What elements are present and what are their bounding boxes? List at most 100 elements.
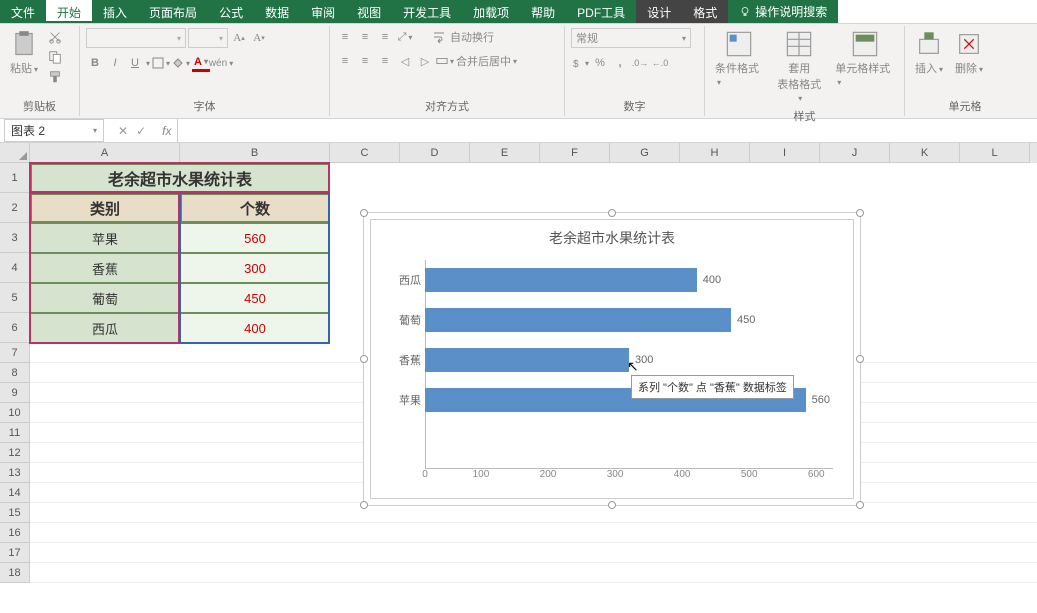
x-axis[interactable]: 0 100 200 300 400 500 600 xyxy=(425,468,833,488)
italic-button[interactable]: I xyxy=(106,54,124,72)
row-header[interactable]: 14 xyxy=(0,483,30,503)
tab-devtools[interactable]: 开发工具 xyxy=(392,0,462,23)
col-header[interactable]: J xyxy=(820,143,890,163)
row-header[interactable]: 15 xyxy=(0,503,30,523)
formula-input[interactable] xyxy=(177,119,1037,142)
underline-button[interactable]: U xyxy=(126,54,144,72)
col-header[interactable]: G xyxy=(610,143,680,163)
col-header[interactable]: H xyxy=(680,143,750,163)
currency-button[interactable]: $ xyxy=(571,54,589,72)
col-header[interactable]: L xyxy=(960,143,1030,163)
tab-insert[interactable]: 插入 xyxy=(92,0,138,23)
indent-decrease-button[interactable]: ◁ xyxy=(396,52,414,70)
table-cell[interactable]: 葡萄 xyxy=(30,283,180,313)
row-header[interactable]: 7 xyxy=(0,343,30,363)
col-header[interactable]: C xyxy=(330,143,400,163)
tab-help[interactable]: 帮助 xyxy=(520,0,566,23)
align-center-button[interactable]: ≡ xyxy=(356,52,374,70)
tab-format[interactable]: 格式 xyxy=(682,0,728,23)
row-header[interactable]: 11 xyxy=(0,423,30,443)
row-header[interactable]: 2 xyxy=(0,193,30,223)
row-header[interactable]: 8 xyxy=(0,363,30,383)
bar[interactable] xyxy=(425,308,731,332)
table-cell[interactable]: 西瓜 xyxy=(30,313,180,343)
row-header[interactable]: 6 xyxy=(0,313,30,343)
chart-title[interactable]: 老余超市水果统计表 xyxy=(379,228,845,248)
table-cell[interactable]: 400 xyxy=(180,313,330,343)
table-format-button[interactable]: 套用 表格格式 xyxy=(771,28,827,106)
wrap-text-button[interactable] xyxy=(430,28,448,46)
fill-color-button[interactable] xyxy=(172,54,190,72)
table-cell[interactable]: 香蕉 xyxy=(30,253,180,283)
row-header[interactable]: 12 xyxy=(0,443,30,463)
row-header[interactable]: 9 xyxy=(0,383,30,403)
resize-handle[interactable] xyxy=(360,209,368,217)
cancel-formula-button[interactable]: ✕ xyxy=(118,124,128,138)
font-size-select[interactable]: ▾ xyxy=(188,28,228,48)
row-header[interactable]: 4 xyxy=(0,253,30,283)
tab-home[interactable]: 开始 xyxy=(46,0,92,23)
resize-handle[interactable] xyxy=(360,355,368,363)
tab-data[interactable]: 数据 xyxy=(254,0,300,23)
col-header[interactable]: A xyxy=(30,143,180,163)
tab-pdf[interactable]: PDF工具 xyxy=(566,0,636,23)
align-left-button[interactable]: ≡ xyxy=(336,52,354,70)
table-cell[interactable]: 560 xyxy=(180,223,330,253)
resize-handle[interactable] xyxy=(856,209,864,217)
bar[interactable] xyxy=(425,348,629,372)
col-header[interactable]: K xyxy=(890,143,960,163)
insert-cells-button[interactable]: 插入 xyxy=(911,28,947,78)
orientation-button[interactable]: ⤢ xyxy=(396,28,414,46)
comma-button[interactable]: , xyxy=(611,54,629,72)
font-family-select[interactable]: ▾ xyxy=(86,28,186,48)
chart-plot-area[interactable]: 老余超市水果统计表 西瓜 400 葡萄 450 xyxy=(370,219,854,499)
col-header[interactable]: F xyxy=(540,143,610,163)
align-top-button[interactable]: ≡ xyxy=(336,28,354,46)
col-header[interactable]: B xyxy=(180,143,330,163)
tab-view[interactable]: 视图 xyxy=(346,0,392,23)
bar[interactable] xyxy=(425,268,697,292)
percent-button[interactable]: % xyxy=(591,54,609,72)
border-button[interactable] xyxy=(152,54,170,72)
select-all-corner[interactable] xyxy=(0,143,30,163)
table-cell[interactable]: 450 xyxy=(180,283,330,313)
resize-handle[interactable] xyxy=(360,501,368,509)
name-box[interactable]: 图表 2▾ xyxy=(4,119,104,142)
data-label[interactable]: 560 xyxy=(812,394,830,406)
resize-handle[interactable] xyxy=(856,355,864,363)
indent-increase-button[interactable]: ▷ xyxy=(416,52,434,70)
phonetic-button[interactable]: wén xyxy=(212,54,230,72)
cell-grid[interactable]: 老余超市水果统计表 类别 个数 苹果 560 香蕉 300 葡萄 450 西瓜 … xyxy=(30,163,1037,613)
merge-button[interactable] xyxy=(436,52,454,70)
cell-header-category[interactable]: 类别 xyxy=(30,193,180,223)
tab-review[interactable]: 审阅 xyxy=(300,0,346,23)
grow-font-button[interactable]: A▴ xyxy=(230,29,248,47)
copy-button[interactable] xyxy=(46,48,64,66)
decrease-decimal-button[interactable]: ←.0 xyxy=(651,54,669,72)
row-header[interactable]: 3 xyxy=(0,223,30,253)
row-header[interactable]: 17 xyxy=(0,543,30,563)
row-header[interactable]: 13 xyxy=(0,463,30,483)
row-header[interactable]: 1 xyxy=(0,163,30,193)
tab-formulas[interactable]: 公式 xyxy=(208,0,254,23)
resize-handle[interactable] xyxy=(856,501,864,509)
tab-tellme[interactable]: 操作说明搜索 xyxy=(728,0,838,23)
tab-file[interactable]: 文件 xyxy=(0,0,46,23)
data-label[interactable]: 400 xyxy=(703,274,721,286)
tab-pagelayout[interactable]: 页面布局 xyxy=(138,0,208,23)
bold-button[interactable]: B xyxy=(86,54,104,72)
cell-style-button[interactable]: 单元格样式 xyxy=(831,28,898,90)
confirm-formula-button[interactable]: ✓ xyxy=(136,124,146,138)
tab-design[interactable]: 设计 xyxy=(636,0,682,23)
row-header[interactable]: 10 xyxy=(0,403,30,423)
number-format-select[interactable]: 常规▾ xyxy=(571,28,691,48)
conditional-format-button[interactable]: 条件格式 xyxy=(711,28,767,90)
row-header[interactable]: 5 xyxy=(0,283,30,313)
row-header[interactable]: 18 xyxy=(0,563,30,583)
font-color-button[interactable]: A xyxy=(192,54,210,72)
format-painter-button[interactable] xyxy=(46,68,64,86)
align-middle-button[interactable]: ≡ xyxy=(356,28,374,46)
resize-handle[interactable] xyxy=(608,209,616,217)
align-right-button[interactable]: ≡ xyxy=(376,52,394,70)
align-bottom-button[interactable]: ≡ xyxy=(376,28,394,46)
